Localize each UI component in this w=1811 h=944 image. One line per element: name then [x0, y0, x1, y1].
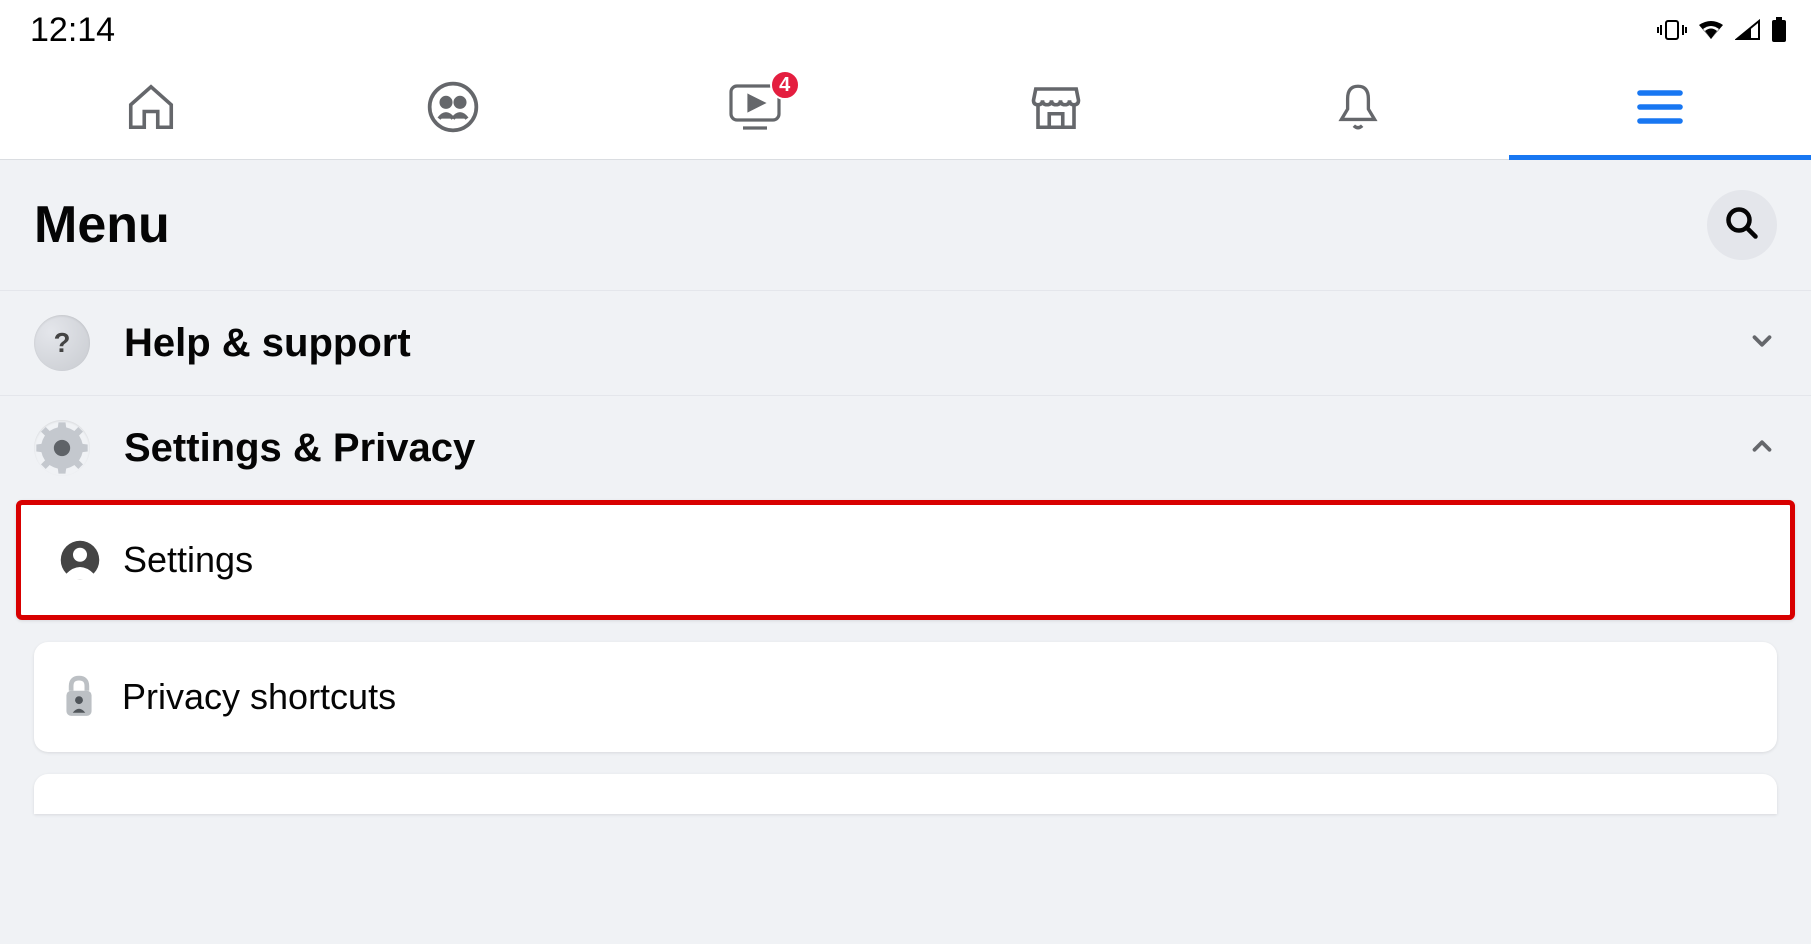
section-help-support[interactable]: ? Help & support [0, 290, 1811, 395]
search-icon [1724, 205, 1760, 246]
groups-icon [425, 79, 481, 140]
signal-icon [1735, 19, 1761, 41]
tab-watch[interactable]: 4 [604, 60, 906, 159]
tab-home[interactable] [0, 60, 302, 159]
bell-icon [1333, 80, 1383, 139]
top-nav: 4 [0, 60, 1811, 160]
hamburger-icon [1636, 87, 1684, 132]
card-next[interactable] [34, 774, 1777, 814]
marketplace-icon [1029, 80, 1083, 139]
tab-menu[interactable] [1509, 60, 1811, 159]
section-label: Settings & Privacy [124, 426, 475, 471]
chevron-up-icon [1747, 431, 1777, 466]
status-time: 12:14 [30, 11, 115, 50]
section-settings-privacy[interactable]: Settings & Privacy [0, 395, 1811, 500]
card-label: Privacy shortcuts [122, 676, 396, 718]
help-icon: ? [34, 315, 90, 371]
tab-groups[interactable] [302, 60, 604, 159]
section-label: Help & support [124, 321, 411, 366]
watch-badge: 4 [770, 70, 800, 100]
svg-text:?: ? [54, 328, 71, 358]
search-button[interactable] [1707, 190, 1777, 260]
menu-screen: Menu ? Help & support Settings & Privacy [0, 160, 1811, 944]
menu-header: Menu [0, 160, 1811, 290]
card-privacy-shortcuts[interactable]: Privacy shortcuts [34, 642, 1777, 752]
home-icon [124, 80, 178, 139]
battery-icon [1771, 17, 1787, 43]
status-icons [1657, 17, 1787, 43]
chevron-down-icon [1747, 326, 1777, 361]
card-settings[interactable]: Settings [16, 500, 1795, 620]
lock-person-icon [58, 676, 100, 718]
tab-notifications[interactable] [1207, 60, 1509, 159]
wifi-icon [1697, 19, 1725, 41]
page-title: Menu [34, 195, 170, 255]
card-label: Settings [123, 539, 253, 581]
person-circle-icon [59, 539, 101, 581]
settings-privacy-items: Settings Privacy shortcuts [0, 500, 1811, 814]
status-bar: 12:14 [0, 0, 1811, 60]
gear-icon [34, 420, 90, 476]
vibrate-icon [1657, 18, 1687, 42]
tab-marketplace[interactable] [905, 60, 1207, 159]
